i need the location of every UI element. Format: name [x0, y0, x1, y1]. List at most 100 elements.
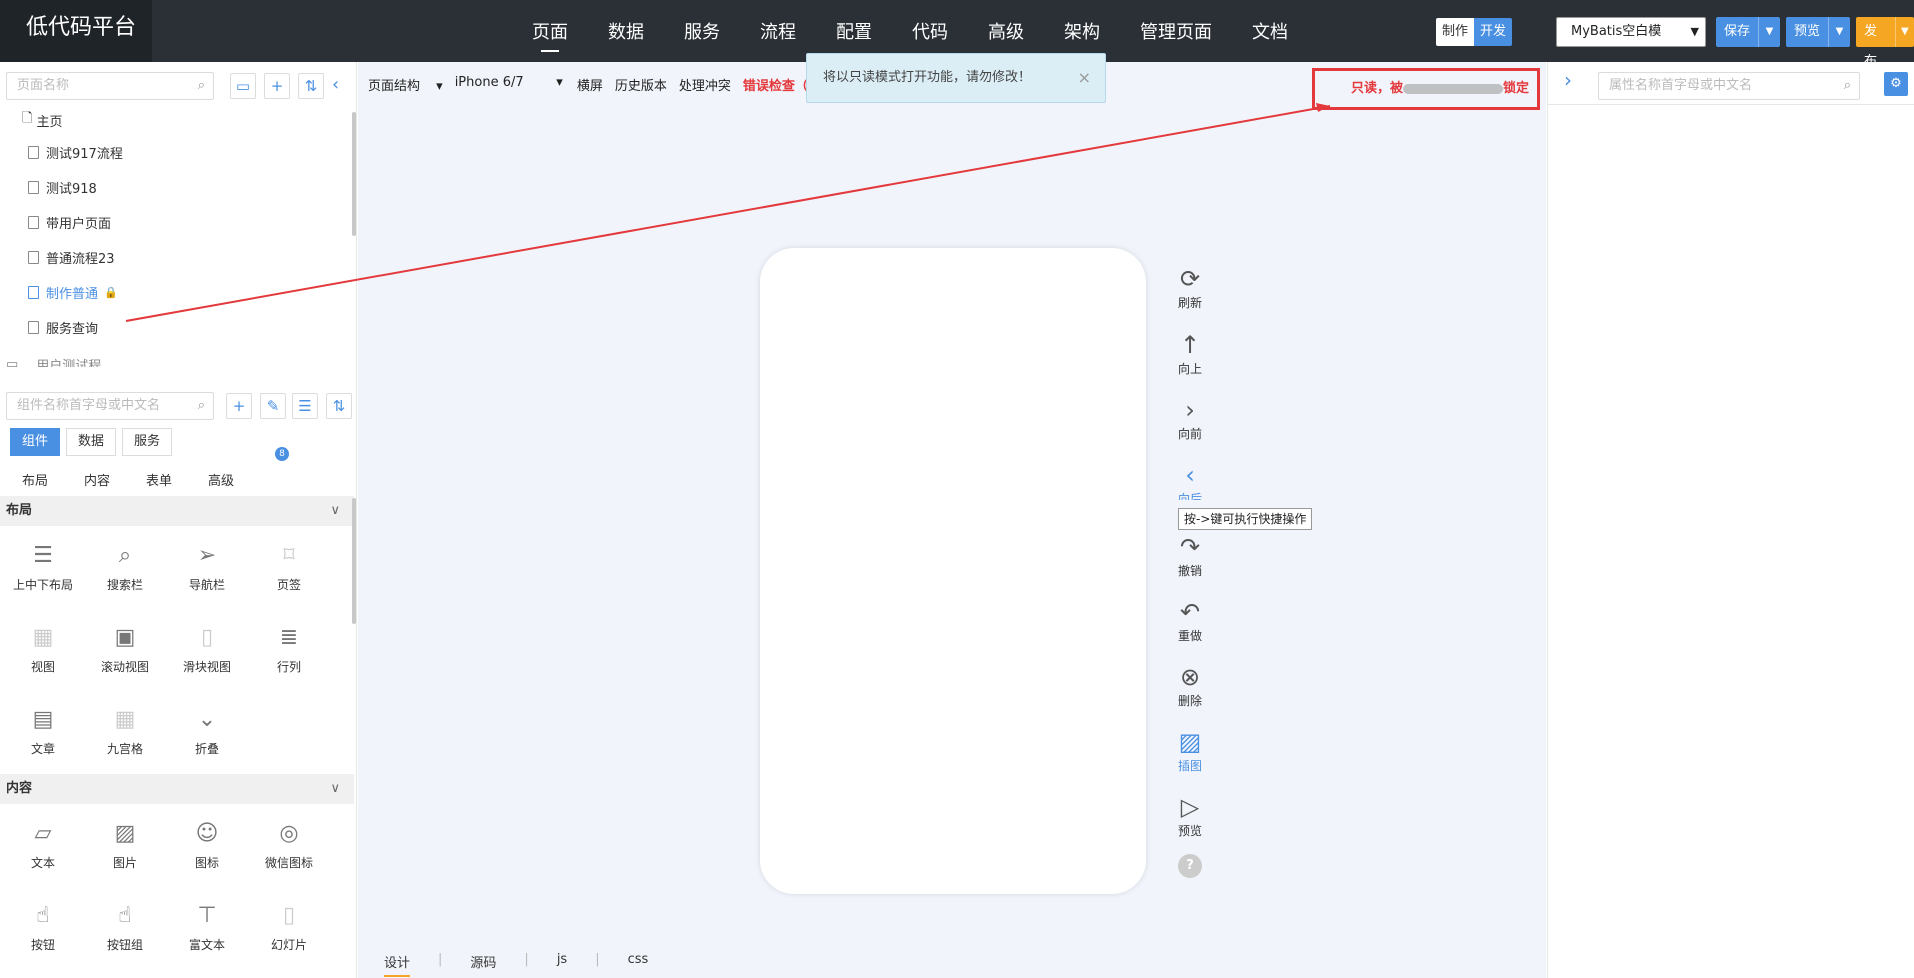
tree-item-folder[interactable]: ▭ 用户测试程: [6, 355, 101, 367]
publish-button[interactable]: 发布 ▼: [1856, 17, 1914, 69]
tab-css[interactable]: css: [628, 952, 649, 977]
sort-button[interactable]: ⇅: [326, 393, 352, 419]
collapse-left-icon[interactable]: ‹: [332, 74, 339, 95]
caret-down-icon[interactable]: ▼: [1828, 17, 1850, 47]
tab-separator: |: [438, 952, 443, 967]
caret-down-icon[interactable]: ▼: [1894, 17, 1914, 47]
tree-item-home[interactable]: 🗋 主页: [22, 109, 62, 131]
chevron-down-icon[interactable]: ∨: [330, 774, 340, 804]
tab-design[interactable]: 设计: [384, 952, 411, 977]
component-scrollbar[interactable]: [352, 498, 356, 624]
tree-item[interactable]: 普通流程23: [28, 248, 115, 267]
gear-icon[interactable]: ⚙: [1884, 72, 1908, 96]
component-tabs[interactable]: ⌑ 页签: [248, 540, 330, 593]
tree-item-active[interactable]: 制作普通 🔒: [28, 283, 118, 302]
component-slideshow[interactable]: ▯ 幻灯片: [248, 900, 330, 953]
conflict-button[interactable]: 处理冲突: [679, 75, 731, 94]
component-view[interactable]: ▦ 视图: [2, 622, 84, 675]
tab-services[interactable]: 服务: [122, 428, 173, 456]
forward-tool[interactable]: › 向前: [1160, 395, 1220, 442]
device-dropdown[interactable]: iPhone 6/7 ▾: [455, 75, 563, 94]
component-layout-tb[interactable]: ☰ 上中下布局: [2, 540, 84, 593]
collapse-icon: ⌄: [197, 707, 217, 732]
mode-toggle[interactable]: 制作 开发: [1436, 18, 1513, 46]
save-button[interactable]: 保存 ▼: [1716, 17, 1781, 47]
add-page-button[interactable]: +: [264, 73, 290, 99]
add-folder-button[interactable]: ▭: [230, 73, 256, 99]
subtab-form[interactable]: 表单: [146, 470, 172, 489]
undo-tool[interactable]: ↷ 撤销: [1160, 532, 1220, 579]
component-label: 幻灯片: [270, 938, 307, 952]
tree-scrollbar[interactable]: [352, 112, 356, 236]
page-search-input[interactable]: 页面名称 ⌕: [6, 72, 214, 100]
component-label: 图片: [112, 856, 137, 870]
section-content-header[interactable]: 内容 ∨: [0, 774, 354, 804]
component-button-group[interactable]: ☝ 按钮组: [84, 900, 166, 953]
wrench-icon[interactable]: ✎: [260, 393, 286, 419]
tab-data[interactable]: 数据: [66, 428, 117, 456]
nav-item-service[interactable]: 服务: [684, 0, 720, 62]
component-image[interactable]: ▨ 图片: [84, 818, 166, 871]
image-icon: ▨: [114, 821, 136, 846]
subtab-advanced[interactable]: 高级: [208, 470, 234, 489]
mode-make[interactable]: 制作: [1436, 18, 1475, 46]
mode-dev[interactable]: 开发: [1474, 18, 1513, 46]
component-collapse[interactable]: ⌄ 折叠: [166, 704, 248, 757]
subtab-layout[interactable]: 布局: [22, 470, 48, 489]
refresh-icon: ⟳: [1179, 265, 1201, 293]
property-search-input[interactable]: 属性名称首字母或中文名 ⌕: [1598, 72, 1860, 100]
help-icon[interactable]: ?: [1178, 854, 1202, 878]
nav-item-data[interactable]: 数据: [608, 0, 644, 62]
back-tool[interactable]: ‹ 向后: [1160, 460, 1220, 500]
subtab-content[interactable]: 内容: [84, 470, 110, 489]
tab-source[interactable]: 源码: [470, 952, 496, 977]
tree-item[interactable]: 带用户页面: [28, 213, 111, 232]
component-icon[interactable]: ☺ 图标: [166, 818, 248, 871]
redo-tool[interactable]: ↶ 重做: [1160, 597, 1220, 644]
chevron-down-icon[interactable]: ∨: [330, 496, 340, 526]
tree-item[interactable]: 服务查询: [28, 318, 98, 337]
landscape-button[interactable]: 横屏: [577, 75, 603, 94]
component-search-input[interactable]: 组件名称首字母或中文名 ⌕: [6, 392, 214, 420]
caret-down-icon[interactable]: ▼: [1758, 17, 1780, 47]
folder-icon: ▭: [6, 357, 19, 367]
refresh-tool[interactable]: ⟳ 刷新: [1160, 264, 1220, 311]
component-button[interactable]: ☝ 按钮: [2, 900, 84, 953]
component-richtext[interactable]: ⊤ 富文本: [166, 900, 248, 953]
component-article[interactable]: ▤ 文章: [2, 704, 84, 757]
expand-right-icon[interactable]: ›: [1564, 68, 1572, 92]
tab-components[interactable]: 组件: [10, 428, 61, 456]
insert-image-tool[interactable]: ▨ 插图: [1160, 727, 1220, 774]
component-sliderview[interactable]: ▯ 滑块视图: [166, 622, 248, 675]
page-structure-dropdown[interactable]: 页面结构 ▾: [368, 75, 443, 94]
move-up-tool[interactable]: ↑ 向上: [1160, 330, 1220, 377]
component-rowcol[interactable]: ≣ 行列: [248, 622, 330, 675]
component-searchbar[interactable]: ⌕ 搜索栏: [84, 540, 166, 593]
component-navbar[interactable]: ➢ 导航栏: [166, 540, 248, 593]
section-content-title: 内容: [6, 781, 33, 796]
preview-tool[interactable]: ▷ 预览: [1160, 792, 1220, 839]
list-sort-icon[interactable]: ☰: [292, 393, 318, 419]
search-icon: ⌕: [197, 398, 205, 413]
nav-item-admin-pages[interactable]: 管理页面: [1140, 0, 1212, 62]
add-component-button[interactable]: +: [226, 393, 252, 419]
nav-item-flow[interactable]: 流程: [760, 0, 796, 62]
wechat-icon: ◎: [279, 821, 299, 846]
tree-item[interactable]: 测试918: [28, 178, 97, 197]
tree-item[interactable]: 测试917流程: [28, 143, 123, 162]
preview-button[interactable]: 预览 ▼: [1786, 17, 1851, 47]
nav-item-page[interactable]: 页面: [532, 0, 568, 62]
component-text[interactable]: ▱ 文本: [2, 818, 84, 871]
history-button[interactable]: 历史版本: [615, 75, 667, 94]
component-ninegrid[interactable]: ▦ 九宫格: [84, 704, 166, 757]
component-wechat-icon[interactable]: ◎ 微信图标: [248, 818, 330, 871]
phone-preview-frame[interactable]: [760, 248, 1146, 894]
tab-js[interactable]: js: [557, 952, 567, 977]
component-scrollview[interactable]: ▣ 滚动视图: [84, 622, 166, 675]
sort-button[interactable]: ⇅: [298, 73, 324, 99]
section-layout-header[interactable]: 布局 ∨: [0, 496, 354, 526]
close-icon[interactable]: ×: [1078, 54, 1091, 102]
project-select[interactable]: MyBatis空白模 ▼: [1556, 17, 1706, 47]
delete-tool[interactable]: ⊗ 删除: [1160, 662, 1220, 709]
nav-item-docs[interactable]: 文档: [1252, 0, 1288, 62]
